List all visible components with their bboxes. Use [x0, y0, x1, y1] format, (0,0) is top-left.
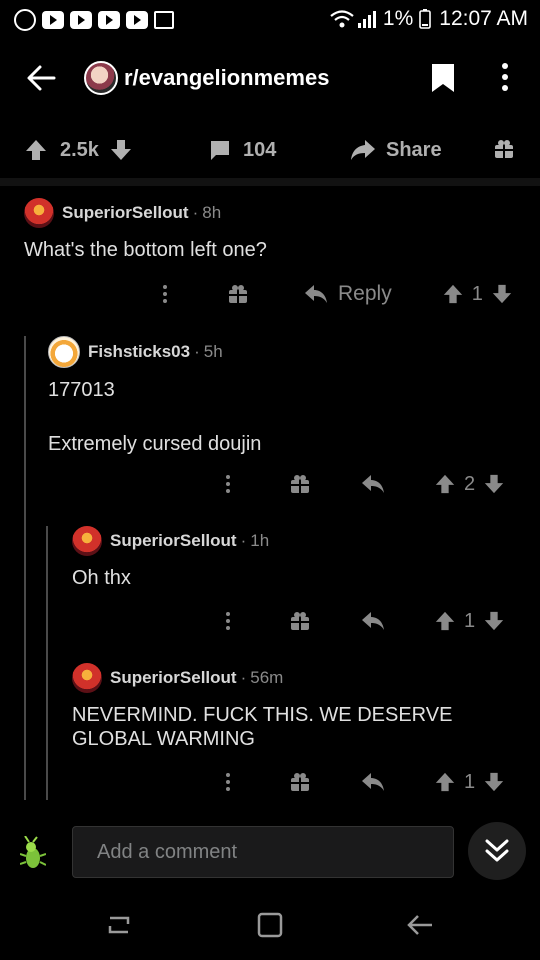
- share-icon: [351, 140, 375, 160]
- bookmark-icon[interactable]: [430, 62, 456, 94]
- comment: SuperiorSellout · 1h Oh thx: [72, 526, 522, 590]
- more-vertical-icon[interactable]: [498, 62, 512, 92]
- comment: SuperiorSellout · 8h What's the bottom l…: [24, 198, 524, 262]
- section-divider: [0, 178, 540, 186]
- youtube-icon: [98, 11, 120, 29]
- more-icon[interactable]: [223, 609, 233, 633]
- upvote-icon[interactable]: [442, 283, 464, 305]
- award-icon[interactable]: [290, 474, 310, 494]
- downvote-icon[interactable]: [483, 473, 505, 495]
- comment-icon: [211, 141, 229, 160]
- reply-icon: [305, 285, 327, 303]
- youtube-icon: [70, 11, 92, 29]
- upvote-icon[interactable]: [434, 610, 456, 632]
- reply-label: Reply: [338, 282, 392, 305]
- comment-score: 2: [464, 472, 476, 495]
- add-comment-input[interactable]: Add a comment: [72, 826, 454, 878]
- more-icon[interactable]: [160, 282, 170, 306]
- recents-icon[interactable]: [106, 912, 132, 938]
- user-avatar[interactable]: [20, 836, 46, 872]
- comment-author[interactable]: Fishsticks03: [88, 342, 190, 362]
- reply-button[interactable]: Reply: [304, 282, 392, 306]
- thread-line[interactable]: [46, 526, 48, 800]
- downvote-icon[interactable]: [483, 771, 505, 793]
- wifi-icon: [330, 10, 354, 28]
- avatar[interactable]: [48, 336, 80, 368]
- reply-icon[interactable]: [361, 772, 385, 792]
- comment-time: 5h: [203, 342, 223, 361]
- comment-body: 177013: [48, 379, 115, 401]
- comment-body: What's the bottom left one?: [24, 239, 267, 261]
- upvote-icon[interactable]: [24, 138, 48, 162]
- home-icon[interactable]: [256, 911, 284, 939]
- comment-actions: 2: [223, 472, 505, 496]
- comment-score: 1: [471, 282, 483, 305]
- reply-icon[interactable]: [361, 474, 385, 494]
- battery-icon: [419, 9, 432, 29]
- share-label: Share: [386, 138, 442, 161]
- comment: SuperiorSellout · 56m NEVERMIND. FUCK TH…: [72, 663, 528, 751]
- award-icon[interactable]: [290, 772, 310, 792]
- youtube-icon: [126, 11, 148, 29]
- avatar[interactable]: [72, 526, 102, 556]
- more-icon[interactable]: [223, 770, 233, 794]
- youtube-icon: [42, 11, 64, 29]
- post-score: 2.5k: [60, 138, 99, 161]
- comment-body: Extremely cursed doujin: [48, 433, 262, 455]
- comments-button[interactable]: 104: [208, 138, 276, 162]
- share-button[interactable]: Share: [350, 138, 442, 162]
- downvote-icon[interactable]: [109, 138, 133, 162]
- battery-percent: 1%: [382, 7, 414, 30]
- comment-score: 1: [464, 770, 476, 793]
- downvote-icon[interactable]: [483, 610, 505, 632]
- back-arrow-icon[interactable]: [26, 64, 56, 92]
- downvote-icon[interactable]: [491, 283, 513, 305]
- comment-count: 104: [243, 138, 277, 161]
- reply-icon[interactable]: [361, 611, 385, 631]
- comment-author[interactable]: SuperiorSellout: [110, 531, 237, 551]
- comment-author[interactable]: SuperiorSellout: [62, 203, 189, 223]
- comment-time: 56m: [250, 668, 284, 687]
- comment-author[interactable]: SuperiorSellout: [110, 668, 237, 688]
- comment-actions: 1: [223, 770, 505, 794]
- whatsapp-icon: [14, 9, 36, 31]
- comment-composer: Add a comment: [0, 816, 540, 896]
- avatar[interactable]: [24, 198, 54, 228]
- comment-body: Oh thx: [72, 567, 131, 589]
- double-chevron-down-icon: [485, 839, 509, 862]
- comment-actions: Reply 1: [160, 282, 513, 306]
- award-icon[interactable]: [494, 139, 514, 159]
- signal-icon: [357, 11, 376, 28]
- more-icon[interactable]: [223, 472, 233, 496]
- avatar[interactable]: [72, 663, 102, 693]
- app-header: r/evangelionmemes: [0, 48, 540, 110]
- thread-line[interactable]: [24, 336, 26, 800]
- post-action-bar: 2.5k 104 Share: [0, 124, 540, 178]
- subreddit-name[interactable]: r/evangelionmemes: [124, 65, 329, 91]
- system-nav-bar: [0, 896, 540, 960]
- comment: Fishsticks03 · 5h 177013 Extremely curse…: [48, 336, 518, 456]
- subreddit-avatar[interactable]: [84, 61, 118, 95]
- award-icon[interactable]: [228, 284, 248, 304]
- comment-time: 1h: [250, 531, 270, 550]
- comment-time: 8h: [202, 203, 222, 222]
- comment-actions: 1: [223, 609, 505, 633]
- gallery-icon: [154, 11, 174, 29]
- jump-down-button[interactable]: [468, 822, 526, 880]
- comment-score: 1: [464, 609, 476, 632]
- upvote-icon[interactable]: [434, 473, 456, 495]
- clock: 12:07 AM: [439, 7, 528, 30]
- comment-body: NEVERMIND. FUCK THIS. WE DESERVE GLOBAL …: [72, 704, 453, 750]
- upvote-icon[interactable]: [434, 771, 456, 793]
- status-bar: 1% 12:07 AM: [0, 0, 540, 40]
- award-icon[interactable]: [290, 611, 310, 631]
- back-icon[interactable]: [406, 912, 434, 938]
